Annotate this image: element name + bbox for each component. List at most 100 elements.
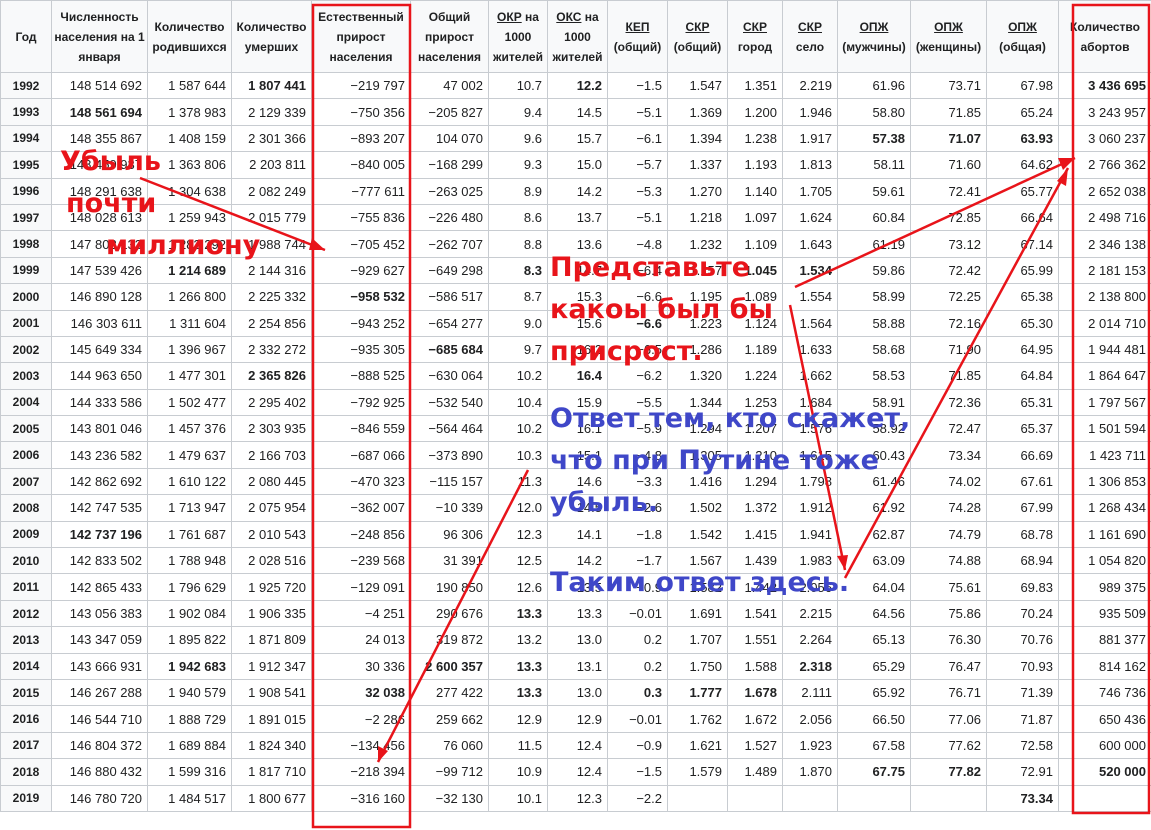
table-cell: 65.29 [837, 652, 911, 680]
table-cell: 1.218 [667, 203, 728, 232]
table-cell: 1.541 [727, 599, 783, 628]
table-cell: 62.87 [837, 520, 911, 549]
column-header[interactable]: ОКР на 1000 жителей [488, 0, 548, 73]
table-cell: 1.564 [782, 309, 838, 337]
column-header[interactable]: СКР город [727, 0, 783, 73]
annotation-answer-2: что при Путине тоже [550, 445, 879, 476]
table-cell: 58.99 [837, 283, 911, 311]
table-cell: −893 207 [311, 124, 411, 153]
table-cell: 1 599 316 [147, 758, 232, 786]
column-header[interactable]: ОПЖ (мужчины) [837, 0, 911, 73]
column-header[interactable]: ОПЖ (женщины) [910, 0, 987, 73]
table-cell: −115 157 [410, 467, 489, 496]
table-cell: 1 824 340 [231, 731, 312, 760]
table-cell: 1 054 820 [1058, 547, 1151, 575]
table-cell: 58.11 [837, 151, 911, 179]
column-header[interactable]: Естественный прирост населения [311, 0, 411, 73]
column-header[interactable]: Общий прирост населения [410, 0, 489, 73]
column-header[interactable]: Количество умерших [231, 0, 312, 73]
table-cell: 1.189 [727, 335, 783, 364]
table-cell: −532 540 [410, 388, 489, 417]
table-cell: 989 375 [1058, 573, 1151, 601]
column-header[interactable]: ОПЖ (общая) [986, 0, 1059, 73]
table-cell: 1 501 594 [1058, 415, 1151, 443]
table-cell: 12.0 [488, 494, 548, 522]
table-cell: 57.38 [837, 124, 911, 153]
table-cell: −373 890 [410, 441, 489, 469]
table-cell: 1 906 335 [231, 599, 312, 628]
table-cell: 600 000 [1058, 731, 1151, 760]
table-cell: 1.394 [667, 124, 728, 153]
table-cell: 10.2 [488, 362, 548, 390]
table-cell: 1 161 690 [1058, 520, 1151, 549]
table-cell: 71.85 [910, 362, 987, 390]
table-cell: 9.4 [488, 98, 548, 126]
table-cell: 74.02 [910, 467, 987, 496]
annotation-imagine-1: Представьте [550, 252, 751, 283]
table-row: 2009 142 737 196 1 761 687 2 010 543 −248 85… [0, 520, 1151, 549]
table-cell: −5.3 [607, 177, 668, 205]
table-row: 1993 148 561 694 1 378 983 2 129 339 −750 35… [0, 98, 1151, 126]
table-cell: 65.31 [986, 388, 1059, 417]
table-cell: 12.9 [488, 705, 548, 733]
column-header[interactable]: КЕП (общий) [607, 0, 668, 73]
table-cell: −1.8 [607, 520, 668, 549]
table-cell: 319 872 [410, 626, 489, 654]
table-cell: −0.9 [607, 731, 668, 760]
table-cell: 2 295 402 [231, 388, 312, 417]
table-cell: 1 311 604 [147, 309, 232, 337]
annotation-answer-4: Таким ответ здесь. [550, 567, 850, 598]
table-cell: 143 056 383 [51, 599, 148, 628]
table-cell: 146 880 432 [51, 758, 148, 786]
year-cell: 1993 [0, 98, 52, 126]
table-cell: 47 002 [410, 71, 489, 100]
table-cell: −958 532 [311, 283, 411, 311]
column-header[interactable]: Количество абортов [1058, 0, 1151, 73]
table-cell: 9.3 [488, 151, 548, 179]
table-cell: 142 737 196 [51, 520, 148, 549]
table-cell: 74.79 [910, 520, 987, 549]
column-header[interactable]: Численность населения на 1 января [51, 0, 148, 73]
table-cell: 61.92 [837, 494, 911, 522]
table-cell: 9.7 [488, 335, 548, 364]
table-cell: 1.643 [782, 230, 838, 258]
table-row: 1994 148 355 867 1 408 159 2 301 366 −893 20… [0, 124, 1151, 153]
table-cell: −705 452 [311, 230, 411, 258]
table-cell: 1 871 809 [231, 626, 312, 654]
column-header[interactable]: Количество родившихся [147, 0, 232, 73]
column-header[interactable]: СКР село [782, 0, 838, 73]
table-cell: 8.8 [488, 230, 548, 258]
table-cell: 1.672 [727, 705, 783, 733]
column-header[interactable]: ОКС на 1000 жителей [547, 0, 608, 73]
table-cell: −0.01 [607, 705, 668, 733]
table-cell: 73.34 [986, 784, 1059, 812]
table-cell: −840 005 [311, 151, 411, 179]
table-cell: 1 908 541 [231, 678, 312, 707]
table-cell: 72.91 [986, 758, 1059, 786]
table-cell: 1.238 [727, 124, 783, 153]
column-header[interactable]: СКР (общий) [667, 0, 728, 73]
table-cell: 2.056 [782, 705, 838, 733]
table-row: 2014 143 666 931 1 942 683 1 912 347 30 336 2… [0, 652, 1151, 680]
table-cell: 2 082 249 [231, 177, 312, 205]
table-cell: 1.337 [667, 151, 728, 179]
year-cell: 2010 [0, 547, 52, 575]
table-cell: 65.92 [837, 678, 911, 707]
table-cell: 1 891 015 [231, 705, 312, 733]
table-cell: 72.58 [986, 731, 1059, 760]
year-cell: 2002 [0, 335, 52, 364]
table-cell: 13.3 [488, 652, 548, 680]
table-row: 2013 143 347 059 1 895 822 1 871 809 24 013 3… [0, 626, 1151, 654]
table-cell: 142 865 433 [51, 573, 148, 601]
table-cell: 1.691 [667, 599, 728, 628]
table-cell: 1 477 301 [147, 362, 232, 390]
table-cell: 190 850 [410, 573, 489, 601]
year-cell: 2005 [0, 415, 52, 443]
table-cell: 2 652 038 [1058, 177, 1151, 205]
table-cell: 13.1 [547, 652, 608, 680]
table-cell: 1.621 [667, 731, 728, 760]
column-header[interactable]: Год [0, 0, 52, 73]
table-cell: 2 010 543 [231, 520, 312, 549]
table-row: 1992 148 514 692 1 587 644 1 807 441 −219 79… [0, 71, 1151, 100]
table-cell: 65.38 [986, 283, 1059, 311]
